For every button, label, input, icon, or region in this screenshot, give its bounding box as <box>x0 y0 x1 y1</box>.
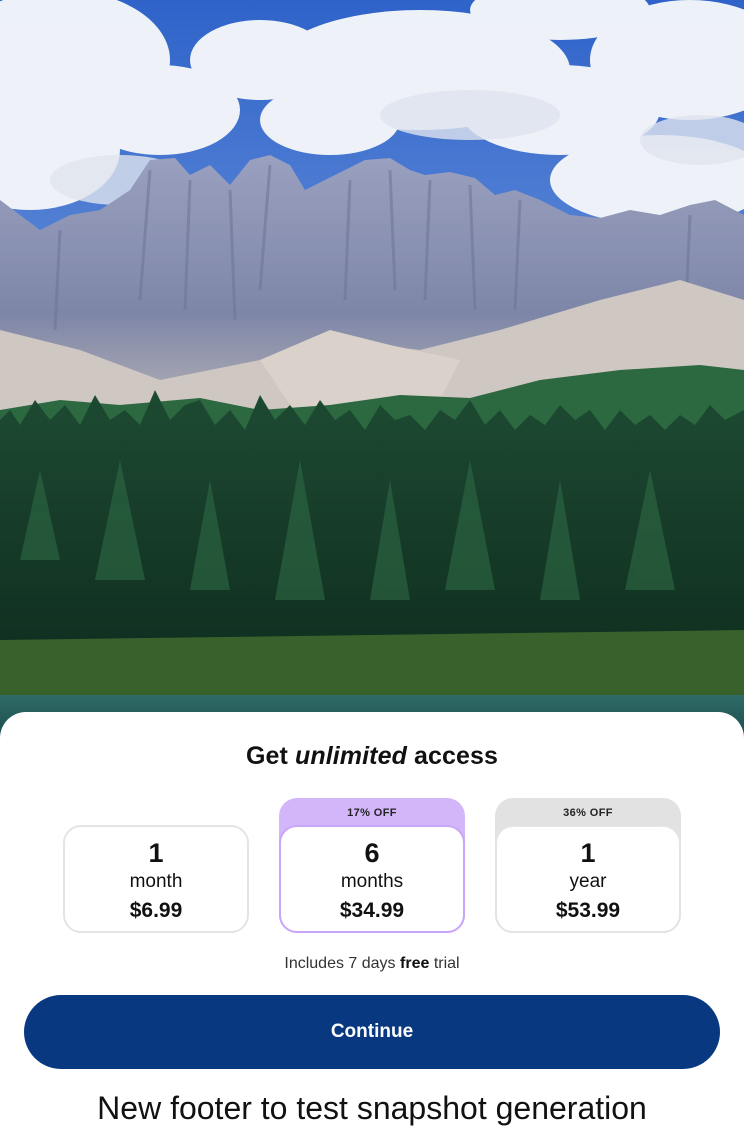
hero-image <box>0 0 744 740</box>
plan-price: $34.99 <box>339 899 405 922</box>
discount-badge: 36% OFF <box>563 807 613 819</box>
trial-bold: free <box>400 955 430 972</box>
plan-card-selected[interactable]: 6 months $34.99 <box>279 825 465 933</box>
landscape-illustration <box>0 0 744 740</box>
footer-text: New footer to test snapshot generation <box>97 1090 647 1126</box>
plan-option-six-months[interactable]: 17% OFF 6 months $34.99 <box>279 798 465 933</box>
title-prefix: Get <box>245 742 288 770</box>
paywall-sheet: Get unlimited access 1 month $6.99 17% O… <box>0 712 744 1130</box>
discount-badge: 17% OFF <box>347 807 397 819</box>
trial-suffix: trial <box>433 955 460 972</box>
paywall-title: Get unlimited access <box>0 742 744 771</box>
plan-card[interactable]: 1 year $53.99 <box>495 825 681 933</box>
title-emphasis: unlimited <box>294 742 407 770</box>
plan-price: $6.99 <box>129 899 183 922</box>
plan-unit: month <box>129 871 183 892</box>
title-suffix: access <box>414 742 499 770</box>
plan-quantity: 1 <box>148 838 164 868</box>
plan-option-yearly[interactable]: 36% OFF 1 year $53.99 <box>495 798 681 933</box>
trial-note: Includes 7 days free trial <box>0 955 744 973</box>
continue-button[interactable]: Continue <box>24 995 720 1069</box>
plan-quantity: 1 <box>580 838 596 868</box>
plan-quantity: 6 <box>364 838 380 868</box>
plan-unit: year <box>569 871 607 892</box>
plan-price: $53.99 <box>555 899 621 922</box>
plan-option-monthly[interactable]: 1 month $6.99 <box>63 825 249 933</box>
plan-unit: months <box>340 871 404 892</box>
trial-prefix: Includes 7 days <box>284 955 396 972</box>
